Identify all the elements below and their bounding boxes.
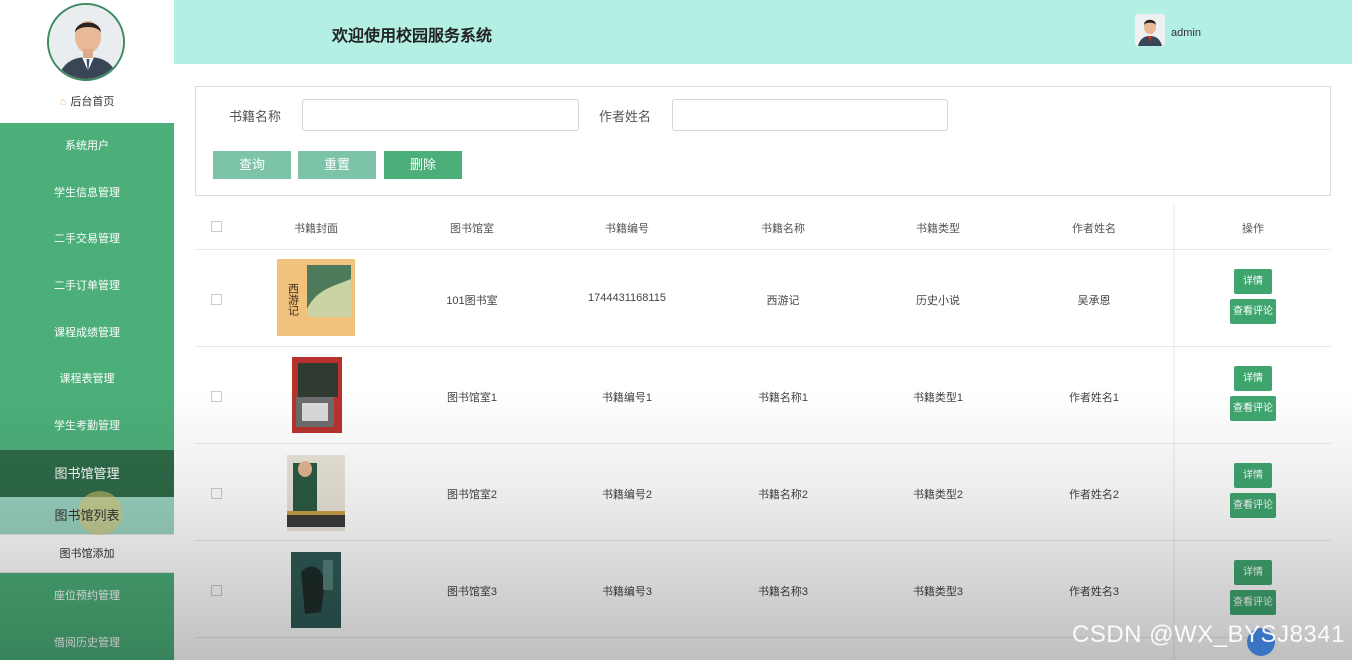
user-avatar-photo [1135, 14, 1165, 46]
row-checkbox[interactable] [211, 488, 222, 499]
sidebar-item-seat-booking[interactable]: 座位预约管理 [0, 573, 174, 620]
table-header: 书籍封面 图书馆室 书籍编号 书籍名称 书籍类型 作者姓名 操作 [195, 203, 1331, 250]
page-title: 欢迎使用校园服务系统 [332, 28, 493, 45]
home-label: 后台首页 [70, 96, 115, 108]
author-name-label: 作者姓名 [599, 109, 652, 124]
cell-type: 历史小说 [916, 295, 960, 307]
col-code: 书籍编号 [605, 223, 649, 235]
book-cover-art: 西游记 [277, 259, 355, 336]
view-comments-button[interactable]: 查看评论 [1230, 590, 1276, 615]
cell-code: 书籍编号3 [601, 586, 653, 598]
cell-type: 书籍类型1 [912, 392, 964, 404]
sidebar-profile: ⌂ 后台首页 [0, 0, 174, 123]
sidebar-subitem-library-list-label: 图书馆列表 [54, 507, 120, 523]
detail-button[interactable]: 详情 [1234, 269, 1272, 294]
book-cover-art [291, 552, 341, 628]
avatar-photo [49, 5, 123, 79]
detail-button[interactable]: 详情 [1234, 560, 1272, 585]
cell-author: 作者姓名1 [1068, 392, 1120, 404]
cell-type: 书籍类型2 [912, 489, 964, 501]
view-comments-button[interactable]: 查看评论 [1230, 396, 1276, 421]
col-actions: 操作 [1242, 223, 1264, 235]
book-name-input[interactable] [302, 99, 579, 131]
cell-code: 1744431168115 [588, 292, 666, 304]
select-all-checkbox[interactable] [211, 221, 222, 232]
cell-code: 书籍编号1 [601, 392, 653, 404]
sidebar-item-borrow-history[interactable]: 借阅历史管理 [0, 620, 174, 660]
reset-button[interactable]: 重置 [298, 151, 376, 179]
table-row: 图书馆室1 书籍编号1 书籍名称1 书籍类型1 作者姓名1 详情 查看评论 [195, 347, 1331, 444]
book-cover-image[interactable] [287, 455, 345, 531]
cell-name: 书籍名称3 [757, 586, 809, 598]
sidebar-item-student-info[interactable]: 学生信息管理 [0, 170, 174, 217]
book-cover-image[interactable]: 西游记 [277, 259, 355, 336]
username[interactable]: admin [1171, 27, 1201, 39]
cell-room: 101图书室 [446, 295, 498, 307]
query-button[interactable]: 查询 [213, 151, 291, 179]
cell-author: 作者姓名3 [1068, 586, 1120, 598]
sidebar-item-timetable[interactable]: 课程表管理 [0, 356, 174, 403]
sidebar-subitem-library-list[interactable]: 图书馆列表 [0, 490, 174, 535]
watermark: CSDN @WX_BYSJ8341 [1072, 621, 1345, 648]
cell-name: 书籍名称1 [757, 392, 809, 404]
cell-author: 作者姓名2 [1068, 489, 1120, 501]
row-checkbox[interactable] [211, 585, 222, 596]
cell-type: 书籍类型3 [912, 586, 964, 598]
sidebar-item-second-hand-orders[interactable]: 二手订单管理 [0, 263, 174, 310]
top-header: 欢迎使用校园服务系统 admin [174, 0, 1352, 64]
cell-room: 图书馆室2 [446, 489, 498, 501]
book-cover-art [287, 455, 345, 531]
search-panel: 书籍名称 作者姓名 查询 重置 删除 [195, 86, 1331, 196]
col-author: 作者姓名 [1072, 223, 1116, 235]
book-cover-image[interactable] [291, 552, 341, 628]
sidebar-item-attendance[interactable]: 学生考勤管理 [0, 403, 174, 450]
col-name: 书籍名称 [761, 223, 805, 235]
home-link[interactable]: ⌂ 后台首页 [0, 93, 174, 109]
cell-name: 书籍名称2 [757, 489, 809, 501]
col-room: 图书馆室 [450, 223, 494, 235]
col-type: 书籍类型 [916, 223, 960, 235]
book-cover-art [292, 357, 342, 433]
delete-button[interactable]: 删除 [384, 151, 462, 179]
detail-button[interactable]: 详情 [1234, 366, 1272, 391]
col-cover: 书籍封面 [294, 223, 338, 235]
book-cover-image[interactable] [292, 357, 342, 433]
row-checkbox[interactable] [211, 391, 222, 402]
row-checkbox[interactable] [211, 294, 222, 305]
app-root: ⌂ 后台首页 系统用户 学生信息管理 二手交易管理 二手订单管理 课程成绩管理 课… [0, 0, 1352, 660]
sidebar-item-library[interactable]: 图书馆管理 [0, 449, 174, 497]
sidebar-subitem-library-add[interactable]: 图书馆添加 [0, 534, 174, 573]
table-row: 西游记 101图书室 1744431168115 西游记 历史小说 吴承恩 详情… [195, 250, 1331, 347]
author-name-input[interactable] [672, 99, 948, 131]
book-name-label: 书籍名称 [229, 109, 282, 124]
sidebar: ⌂ 后台首页 系统用户 学生信息管理 二手交易管理 二手订单管理 课程成绩管理 课… [0, 0, 174, 660]
sidebar-item-course-grades[interactable]: 课程成绩管理 [0, 310, 174, 357]
cell-room: 图书馆室1 [446, 392, 498, 404]
detail-button[interactable]: 详情 [1234, 463, 1272, 488]
cell-name: 西游记 [766, 295, 800, 307]
books-table: 书籍封面 图书馆室 书籍编号 书籍名称 书籍类型 作者姓名 操作 西游记 101… [195, 203, 1331, 660]
cell-author: 吴承恩 [1077, 295, 1111, 307]
view-comments-button[interactable]: 查看评论 [1230, 493, 1276, 518]
cell-code: 书籍编号2 [601, 489, 653, 501]
sidebar-menu: 系统用户 学生信息管理 二手交易管理 二手订单管理 课程成绩管理 课程表管理 学… [0, 123, 174, 660]
library-submenu: 图书馆列表 图书馆添加 [0, 490, 174, 573]
sidebar-item-second-hand-trade[interactable]: 二手交易管理 [0, 216, 174, 263]
user-avatar[interactable] [1135, 14, 1165, 46]
home-icon: ⌂ [59, 96, 67, 108]
avatar [47, 3, 125, 81]
table-row: 图书馆室2 书籍编号2 书籍名称2 书籍类型2 作者姓名2 详情 查看评论 [195, 444, 1331, 541]
cover-title: 西游记 [287, 283, 300, 316]
sidebar-item-system-users[interactable]: 系统用户 [0, 123, 174, 170]
view-comments-button[interactable]: 查看评论 [1230, 299, 1276, 324]
cell-room: 图书馆室3 [446, 586, 498, 598]
